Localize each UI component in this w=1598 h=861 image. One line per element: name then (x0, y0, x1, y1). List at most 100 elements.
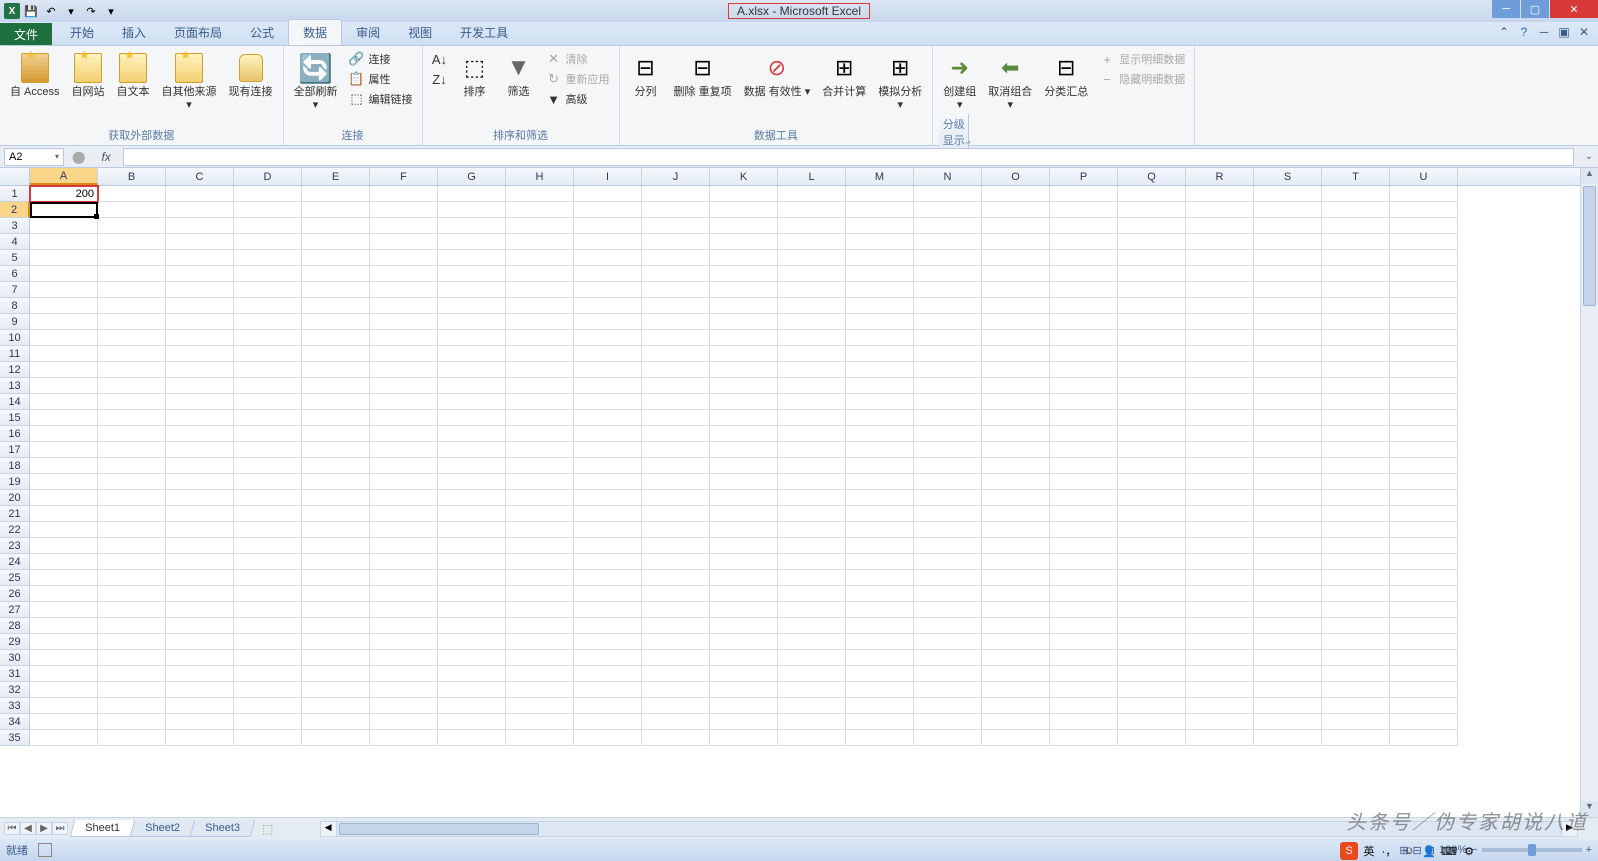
cell[interactable] (1254, 202, 1322, 218)
cell[interactable] (574, 202, 642, 218)
cell[interactable] (1118, 698, 1186, 714)
cell[interactable] (914, 378, 982, 394)
cell[interactable] (1118, 650, 1186, 666)
vertical-scrollbar[interactable]: ▲ ▼ (1580, 168, 1598, 817)
cell[interactable] (846, 362, 914, 378)
cell[interactable] (98, 474, 166, 490)
cell[interactable] (98, 298, 166, 314)
cell[interactable] (370, 538, 438, 554)
cell[interactable] (506, 650, 574, 666)
cell[interactable] (574, 586, 642, 602)
cell[interactable] (914, 698, 982, 714)
cell[interactable] (438, 730, 506, 746)
cell[interactable] (1322, 698, 1390, 714)
cell[interactable] (778, 426, 846, 442)
cell[interactable] (846, 522, 914, 538)
cell[interactable] (642, 570, 710, 586)
cell[interactable] (642, 458, 710, 474)
cell[interactable] (982, 634, 1050, 650)
cell[interactable] (710, 330, 778, 346)
cell[interactable] (98, 490, 166, 506)
cell[interactable] (234, 714, 302, 730)
cell[interactable] (1050, 634, 1118, 650)
cell[interactable] (1254, 218, 1322, 234)
cell[interactable] (846, 698, 914, 714)
cell[interactable] (166, 314, 234, 330)
cell[interactable] (1050, 522, 1118, 538)
cell[interactable] (846, 602, 914, 618)
cell[interactable] (234, 698, 302, 714)
cell[interactable] (438, 586, 506, 602)
cell[interactable] (234, 474, 302, 490)
cell[interactable] (506, 698, 574, 714)
cell[interactable] (370, 298, 438, 314)
cell[interactable] (574, 730, 642, 746)
cell[interactable] (1118, 394, 1186, 410)
cell[interactable] (982, 618, 1050, 634)
cell[interactable] (166, 506, 234, 522)
cell[interactable] (302, 426, 370, 442)
cell[interactable] (1390, 602, 1458, 618)
cell[interactable] (166, 554, 234, 570)
fx-icon[interactable]: fx (95, 150, 116, 164)
cell[interactable] (914, 330, 982, 346)
cell[interactable] (710, 458, 778, 474)
cell[interactable] (506, 186, 574, 202)
cell[interactable] (710, 602, 778, 618)
cell[interactable] (846, 266, 914, 282)
cell[interactable] (846, 378, 914, 394)
cell[interactable] (1186, 410, 1254, 426)
cell[interactable] (778, 586, 846, 602)
cell[interactable] (166, 410, 234, 426)
cell[interactable] (370, 218, 438, 234)
cell[interactable] (1186, 474, 1254, 490)
cell[interactable] (574, 474, 642, 490)
cell[interactable] (1254, 522, 1322, 538)
cell[interactable] (778, 458, 846, 474)
cell[interactable] (1186, 730, 1254, 746)
row-header[interactable]: 21 (0, 506, 30, 522)
column-header[interactable]: Q (1118, 168, 1186, 185)
advanced-filter-button[interactable]: ▼高级 (543, 90, 613, 108)
cell[interactable] (98, 330, 166, 346)
cell[interactable] (1118, 282, 1186, 298)
cell[interactable] (98, 362, 166, 378)
cell[interactable] (98, 458, 166, 474)
cell[interactable] (778, 682, 846, 698)
name-box[interactable]: A2 (4, 148, 64, 166)
cell[interactable] (302, 458, 370, 474)
cell[interactable] (1322, 250, 1390, 266)
cell[interactable] (982, 202, 1050, 218)
cell[interactable] (234, 314, 302, 330)
cell[interactable] (370, 570, 438, 586)
qat-dropdown-icon[interactable]: ▾ (62, 2, 80, 20)
cell[interactable] (1322, 490, 1390, 506)
cell[interactable] (438, 330, 506, 346)
cell[interactable] (98, 218, 166, 234)
row-header[interactable]: 2 (0, 202, 30, 218)
cell[interactable] (98, 618, 166, 634)
cell[interactable] (1322, 426, 1390, 442)
cell[interactable] (234, 394, 302, 410)
cell[interactable] (710, 378, 778, 394)
cell[interactable] (438, 266, 506, 282)
cell[interactable] (1390, 618, 1458, 634)
cell[interactable] (846, 298, 914, 314)
cell[interactable] (302, 250, 370, 266)
cell[interactable] (1322, 650, 1390, 666)
cell[interactable] (1118, 586, 1186, 602)
scroll-left-icon[interactable]: ◀ (321, 822, 337, 836)
cell[interactable] (982, 538, 1050, 554)
cell[interactable] (710, 506, 778, 522)
cell[interactable] (710, 570, 778, 586)
cell[interactable] (1118, 410, 1186, 426)
cell[interactable] (1186, 330, 1254, 346)
cell[interactable] (1118, 186, 1186, 202)
cell[interactable] (98, 570, 166, 586)
cell[interactable] (1254, 634, 1322, 650)
close-button[interactable]: ✕ (1550, 0, 1598, 18)
cell[interactable] (234, 634, 302, 650)
cell[interactable] (1118, 506, 1186, 522)
cell[interactable] (778, 570, 846, 586)
cell[interactable] (1050, 378, 1118, 394)
